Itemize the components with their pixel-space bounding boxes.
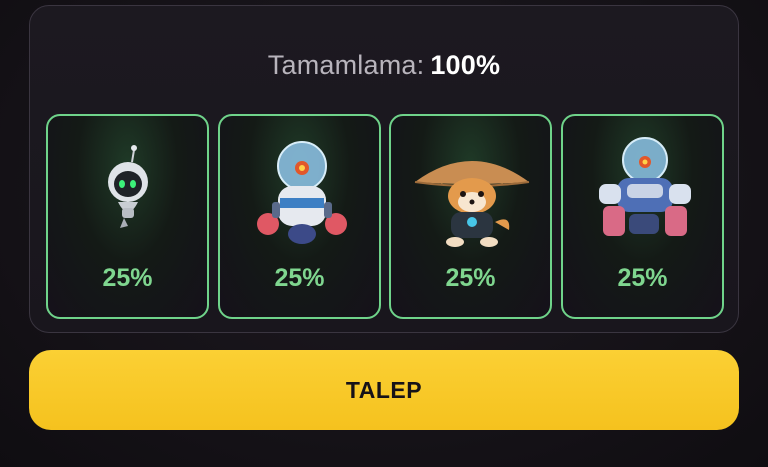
character-card-3[interactable]: 25% [389, 114, 552, 319]
armored-robot-boxer-icon [563, 126, 722, 258]
character-cards: 25% 25% 25% 25% [46, 114, 724, 319]
small-robot-icon [48, 126, 207, 258]
completion-label: Tamamlama: [267, 50, 425, 80]
claim-button[interactable]: TALEP [29, 350, 739, 430]
card-percent: 25% [617, 264, 668, 292]
character-card-2[interactable]: 25% [218, 114, 381, 319]
card-percent: 25% [274, 264, 325, 292]
screen: Tamamlama: 100% 25% 25% 25% 25% TALEP [0, 0, 768, 467]
reward-panel: Tamamlama: 100% 25% 25% 25% 25% [29, 5, 739, 333]
card-percent: 25% [445, 264, 496, 292]
character-card-1[interactable]: 25% [46, 114, 209, 319]
character-card-4[interactable]: 25% [561, 114, 724, 319]
completion-value: 100% [430, 50, 501, 80]
completion-text: Tamamlama: 100% [30, 50, 738, 81]
card-percent: 25% [102, 264, 153, 292]
fishbowl-robot-boxer-icon [220, 126, 379, 258]
shiba-straw-hat-icon [391, 126, 550, 258]
